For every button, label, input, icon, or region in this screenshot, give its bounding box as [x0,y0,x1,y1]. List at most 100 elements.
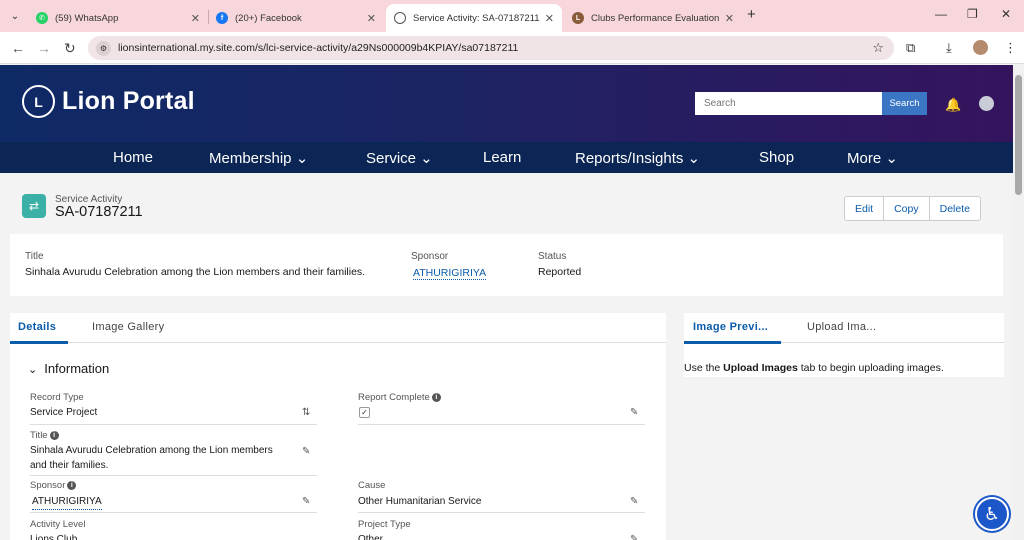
nav-reports-insights[interactable]: Reports/Insights ⌄ [575,149,700,167]
tab-image-preview[interactable]: Image Previ... [693,321,768,333]
details-tabs: Details Image Gallery [10,313,666,344]
portal-main-nav: Home Membership ⌄ Service ⌄ Learn Report… [0,142,1013,173]
nav-home[interactable]: Home [113,149,153,166]
edit-button[interactable]: Edit [845,197,883,220]
activity-level-label: Activity Level [30,519,86,530]
menu-kebab-icon[interactable]: ⋮ [1004,40,1017,56]
close-window-icon[interactable]: ✕ [1001,7,1011,21]
details-card: Details Image Gallery ⌄ Information Recor… [10,313,666,540]
section-information-toggle[interactable]: ⌄ Information [28,361,109,376]
change-record-type-icon[interactable]: ⇅ [302,407,310,418]
project-type-value: Other [358,534,384,540]
forward-icon[interactable]: → [37,40,51,56]
edit-project-type-pencil-icon[interactable]: ✎ [630,534,638,540]
globe-icon [394,12,406,24]
notification-bell-icon[interactable]: 🔔 [945,97,961,113]
page-scrollbar[interactable] [1013,65,1024,540]
highlight-title-label: Title [25,251,44,262]
active-tab-indicator [10,341,68,344]
whatsapp-icon: ✆ [36,12,48,24]
image-panel: Image Previ... Upload Ima... Use the Upl… [684,313,1004,377]
nav-more[interactable]: More ⌄ [847,149,898,167]
portal-logo-text[interactable]: Lion Portal [62,87,195,116]
close-tab-icon[interactable]: ✕ [725,12,734,25]
highlight-sponsor-link[interactable]: ATHURIGIRIYA [413,267,487,280]
site-info-icon[interactable]: ⚙ [96,40,111,56]
record-name: SA-07187211 [55,204,143,220]
report-complete-label-text: Report Complete [358,392,430,403]
close-tab-icon[interactable]: ✕ [545,12,554,25]
report-complete-checkbox[interactable]: ✓ [359,407,370,418]
minimize-icon[interactable]: — [935,7,947,21]
browser-tab-whatsapp[interactable]: ✆ (59) WhatsApp ✕ [28,4,208,32]
browser-tab-clubs-performance[interactable]: L Clubs Performance Evaluation S ✕ [564,4,742,32]
portal-search-input[interactable] [695,92,882,115]
user-avatar-icon[interactable] [979,96,994,111]
nav-service[interactable]: Service ⌄ [366,149,433,167]
delete-button[interactable]: Delete [928,197,980,220]
field-divider [358,512,645,513]
tab-search-chevron-icon[interactable]: ⌄ [4,5,26,27]
service-activity-icon: ⇄ [22,194,46,218]
title-field-label: Title i [30,430,59,441]
close-tab-icon[interactable]: ✕ [191,12,200,25]
info-icon[interactable]: i [49,431,59,440]
chevron-down-icon: ⌄ [28,364,38,376]
activity-level-value: Lions Club [30,534,78,540]
edit-cause-pencil-icon[interactable]: ✎ [630,496,638,507]
report-complete-label: Report Complete i [358,392,441,403]
field-divider [358,424,645,425]
title-field-value: Sinhala Avurudu Celebration among the Li… [30,443,300,473]
lions-icon: L [572,12,584,24]
title-value-line: Sinhala Avurudu Celebration among the Li… [30,445,273,456]
reload-icon[interactable]: ↻ [64,40,76,57]
browser-tab-service-activity[interactable]: Service Activity: SA-07187211 ✕ [386,4,562,32]
sponsor-field-label-text: Sponsor [30,480,66,491]
image-panel-tabs: Image Previ... Upload Ima... [684,313,1004,344]
edit-sponsor-pencil-icon[interactable]: ✎ [302,496,310,507]
record-type-label: Record Type [30,392,84,403]
close-tab-icon[interactable]: ✕ [367,12,376,25]
scrollbar-thumb[interactable] [1015,75,1022,195]
edit-title-pencil-icon[interactable]: ✎ [302,446,310,457]
project-type-label: Project Type [358,519,411,530]
upload-msg-bold: Upload Images [723,362,798,374]
cause-value: Other Humanitarian Service [358,496,482,507]
facebook-icon: f [216,12,228,24]
tab-image-gallery[interactable]: Image Gallery [92,321,164,333]
tab-upload-images[interactable]: Upload Ima... [807,321,876,333]
title-value-line: and their families. [30,460,109,471]
active-tab-indicator [684,341,781,344]
highlight-sponsor-label: Sponsor [411,251,449,262]
info-icon[interactable]: i [431,393,441,402]
lions-logo-icon[interactable]: L [22,85,55,118]
highlights-panel: Title Sinhala Avurudu Celebration among … [10,234,1003,296]
sponsor-field-label: Sponsor i [30,480,77,491]
nav-membership[interactable]: Membership ⌄ [209,149,308,167]
restore-icon[interactable]: ❐ [967,7,978,21]
back-icon[interactable]: ← [11,40,25,56]
highlight-status-label: Status [538,251,567,262]
sponsor-field-link[interactable]: ATHURIGIRIYA [32,494,102,510]
address-bar[interactable]: ⚙ lionsinternational.my.site.com/s/lci-s… [88,36,894,60]
portal-header: L Lion Portal Search 🔔 [0,65,1013,142]
bookmark-star-icon[interactable]: ☆ [872,40,884,56]
download-icon[interactable]: ⤓ [946,40,952,56]
highlight-status-value: Reported [538,266,582,278]
info-icon[interactable]: i [67,481,77,490]
new-tab-icon[interactable]: + [747,6,756,23]
extensions-icon[interactable]: ⧉ [906,40,915,56]
browser-tab-facebook[interactable]: f (20+) Facebook ✕ [208,4,384,32]
title-field-label-text: Title [30,430,48,441]
profile-avatar[interactable] [973,40,988,55]
tab-details[interactable]: Details [18,321,56,333]
accessibility-icon[interactable]: ♿ [975,497,1009,531]
copy-button[interactable]: Copy [883,197,929,220]
browser-toolbar: ← → ↻ ⚙ lionsinternational.my.site.com/s… [0,32,1024,64]
nav-learn[interactable]: Learn [483,149,521,166]
record-actions: Edit Copy Delete [844,196,981,221]
field-divider [30,475,317,476]
nav-shop[interactable]: Shop [759,149,794,166]
portal-search-button[interactable]: Search [882,92,927,115]
edit-report-complete-pencil-icon[interactable]: ✎ [630,407,638,418]
